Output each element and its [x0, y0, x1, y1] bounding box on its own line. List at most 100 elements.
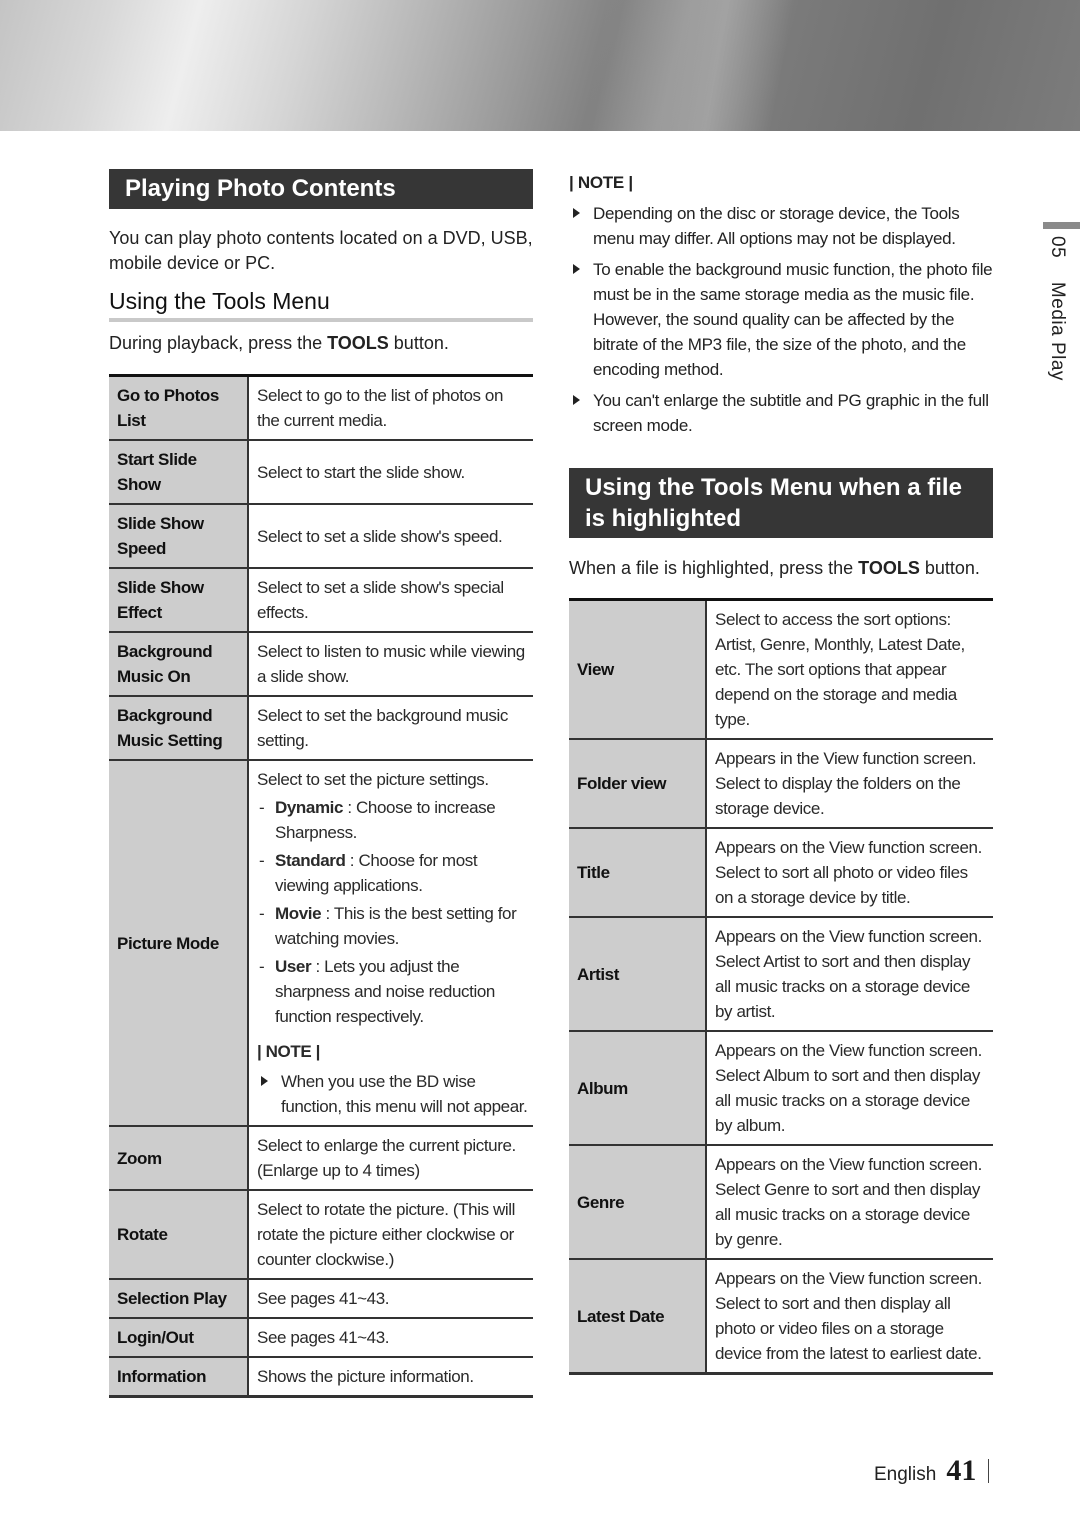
instruction-text: When a file is highlighted, press the TO… — [569, 556, 993, 581]
option-name: View — [569, 598, 707, 739]
option-name: Background Music On — [109, 631, 249, 696]
table-row: Zoom Select to enlarge the current pictur… — [109, 1125, 533, 1190]
file-tools-table: View Select to access the sort options: A… — [569, 598, 993, 1375]
option-description: Select to set the picture settings. - Dyn… — [248, 759, 533, 1126]
bullet-triangle-icon — [261, 1076, 268, 1086]
note-item: When you use the BD wise function, this … — [257, 1069, 529, 1119]
chapter-number: 05 — [1047, 236, 1068, 259]
instruction-text: During playback, press the TOOLS button. — [109, 333, 533, 354]
option-name: Go to Photos List — [109, 374, 249, 440]
note-block: | NOTE | Depending on the disc or storag… — [569, 170, 993, 438]
option-description: Appears on the View function screen. Sel… — [706, 1258, 993, 1375]
option-name: Selection Play — [109, 1278, 249, 1318]
table-row-picture-mode: Picture Mode Select to set the picture s… — [109, 759, 533, 1126]
footer-divider — [988, 1459, 990, 1483]
picture-mode-option: - Movie : This is the best setting for wa… — [259, 904, 517, 948]
right-column: | NOTE | Depending on the disc or storag… — [569, 170, 993, 1375]
option-description: Select to set a slide show's special eff… — [248, 567, 533, 632]
picture-mode-options: - Dynamic : Choose to increase Sharpness.… — [257, 795, 529, 1029]
picture-mode-intro: Select to set the picture settings. — [257, 770, 489, 789]
tools-key-label: TOOLS — [858, 558, 920, 578]
page-footer: English 41 — [874, 1454, 990, 1488]
option-name: Information — [109, 1356, 249, 1398]
option-name: Artist — [569, 916, 707, 1031]
option-name: Title — [569, 827, 707, 917]
table-row: Album Appears on the View function screen… — [569, 1030, 993, 1145]
bullet-triangle-icon — [573, 208, 580, 218]
picture-mode-option: - Standard : Choose for most viewing appl… — [259, 851, 478, 895]
chapter-title: Media Play — [1047, 281, 1068, 381]
table-row: Selection Play See pages 41~43. — [109, 1278, 533, 1318]
option-name: Start Slide Show — [109, 439, 249, 504]
note-item: To enable the background music function,… — [569, 257, 993, 382]
option-description: Appears on the View function screen. Sel… — [706, 1144, 993, 1259]
left-column: Playing Photo Contents You can play phot… — [109, 169, 533, 1398]
option-name: Slide Show Speed — [109, 503, 249, 568]
option-description: Shows the picture information. — [248, 1356, 533, 1398]
table-row: View Select to access the sort options: A… — [569, 598, 993, 739]
option-description: Appears on the View function screen. Sel… — [706, 1030, 993, 1145]
option-description: Select to start the slide show. — [248, 439, 533, 504]
option-name: Latest Date — [569, 1258, 707, 1375]
page-number: 41 — [946, 1454, 977, 1487]
bullet-triangle-icon — [573, 264, 580, 274]
table-row: Artist Appears on the View function scree… — [569, 916, 993, 1031]
option-name: Album — [569, 1030, 707, 1145]
option-name: Folder view — [569, 738, 707, 828]
file-highlighted-section: Using the Tools Menu when a file is high… — [569, 468, 993, 1375]
bullet-triangle-icon — [573, 395, 580, 405]
option-description: See pages 41~43. — [248, 1278, 533, 1318]
intro-text: You can play photo contents located on a… — [109, 228, 533, 273]
table-row: Background Music Setting Select to set th… — [109, 695, 533, 760]
table-row: Genre Appears on the View function screen… — [569, 1144, 993, 1259]
option-description: Select to set a slide show's speed. — [248, 503, 533, 568]
table-row: Slide Show Speed Select to set a slide sh… — [109, 503, 533, 568]
instruction-pre: During playback, press the — [109, 333, 328, 353]
table-row: Start Slide Show Select to start the slid… — [109, 439, 533, 504]
option-description: Select to go to the list of photos on th… — [248, 374, 533, 440]
option-description: Appears on the View function screen. Sel… — [706, 916, 993, 1031]
subheading-tools-menu: Using the Tools Menu — [109, 288, 533, 322]
note-label: | NOTE | — [257, 1042, 320, 1061]
option-name: Background Music Setting — [109, 695, 249, 760]
option-name: Login/Out — [109, 1317, 249, 1357]
table-row: Information Shows the picture information… — [109, 1356, 533, 1398]
footer-language: English — [874, 1464, 937, 1485]
note-item: Depending on the disc or storage device,… — [569, 201, 993, 251]
section-title-file-highlighted: Using the Tools Menu when a file is high… — [569, 468, 993, 538]
chapter-label: 05 Media Play — [1046, 236, 1068, 381]
table-row: Go to Photos List Select to go to the lis… — [109, 374, 533, 440]
option-description: See pages 41~43. — [248, 1317, 533, 1357]
option-name: Genre — [569, 1144, 707, 1259]
table-row: Rotate Select to rotate the picture. (Thi… — [109, 1189, 533, 1279]
table-row: Login/Out See pages 41~43. — [109, 1317, 533, 1357]
table-row: Latest Date Appears on the View function … — [569, 1258, 993, 1375]
option-description: Select to rotate the picture. (This will… — [248, 1189, 533, 1279]
option-description: Appears in the View function screen. Sel… — [706, 738, 993, 828]
picture-mode-option: - User : Lets you adjust the sharpness an… — [259, 957, 495, 1026]
instruction-pre: When a file is highlighted, press the — [569, 558, 859, 578]
chapter-tab-marker — [1043, 222, 1080, 229]
option-description: Select to enlarge the current picture. (… — [248, 1125, 533, 1190]
option-description: Select to set the background music setti… — [248, 695, 533, 760]
instruction-post: button. — [919, 558, 980, 578]
table-row: Title Appears on the View function screen… — [569, 827, 993, 917]
option-name: Rotate — [109, 1189, 249, 1279]
option-name: Zoom — [109, 1125, 249, 1190]
option-description: Select to access the sort options: Artis… — [706, 598, 993, 739]
table-row: Background Music On Select to listen to m… — [109, 631, 533, 696]
picture-mode-option: - Dynamic : Choose to increase Sharpness. — [259, 798, 496, 842]
section-title-playing-photo: Playing Photo Contents — [109, 169, 533, 209]
option-name: Slide Show Effect — [109, 567, 249, 632]
table-row: Folder view Appears in the View function … — [569, 738, 993, 828]
tools-key-label: TOOLS — [327, 333, 389, 353]
option-name: Picture Mode — [109, 759, 249, 1126]
note-label: | NOTE | — [569, 173, 633, 192]
option-description: Select to listen to music while viewing … — [248, 631, 533, 696]
table-row: Slide Show Effect Select to set a slide s… — [109, 567, 533, 632]
note-item: You can't enlarge the subtitle and PG gr… — [569, 388, 993, 438]
option-description: Appears on the View function screen. Sel… — [706, 827, 993, 917]
photo-tools-table: Go to Photos List Select to go to the lis… — [109, 374, 533, 1398]
header-banner — [0, 0, 1080, 131]
instruction-post: button. — [388, 333, 449, 353]
